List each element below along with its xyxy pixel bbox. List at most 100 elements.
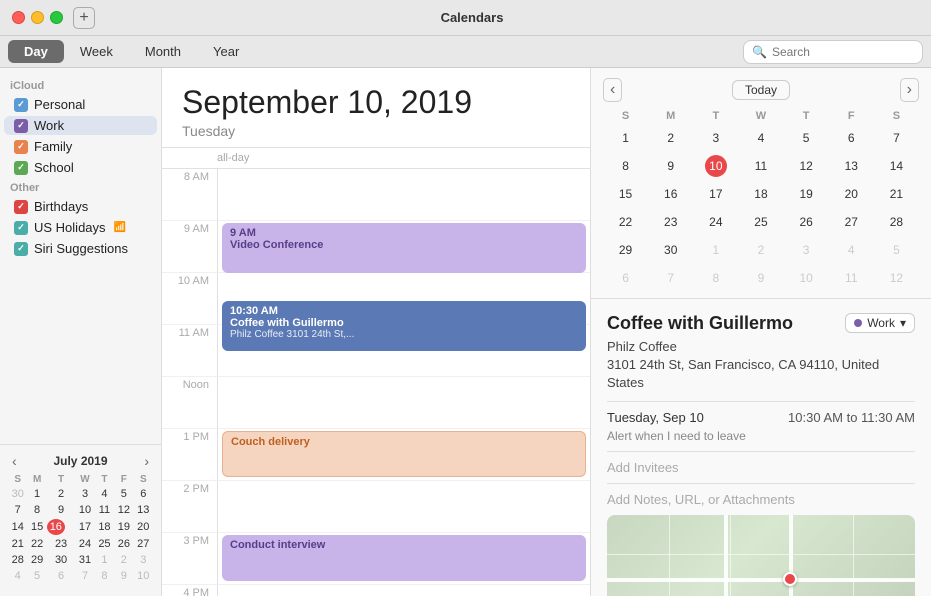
time-area[interactable]: 9 AMVideo Conference (217, 221, 590, 272)
add-invitees[interactable]: Add Invitees (607, 460, 915, 475)
big-cal-day[interactable]: 29 (603, 236, 648, 264)
time-area[interactable]: 10:30 AMCoffee with GuillermoPhilz Coffe… (217, 273, 590, 324)
big-cal-day[interactable]: 15 (603, 180, 648, 208)
sidebar-item-personal[interactable]: ✓ Personal (4, 95, 157, 114)
sidebar-item-school[interactable]: ✓ School (4, 158, 157, 177)
mini-cal-day[interactable]: 26 (114, 536, 133, 552)
mini-cal-day[interactable]: 1 (27, 486, 46, 502)
big-cal-day[interactable]: 12 (874, 264, 919, 292)
personal-checkbox[interactable]: ✓ (14, 98, 28, 112)
big-cal-day[interactable]: 1 (603, 124, 648, 152)
mini-cal-day[interactable]: 1 (95, 552, 114, 568)
big-cal-day[interactable]: 2 (738, 236, 783, 264)
big-cal-day[interactable]: 6 (603, 264, 648, 292)
big-cal-day[interactable]: 5 (874, 236, 919, 264)
sidebar-item-siri-suggestions[interactable]: ✓ Siri Suggestions (4, 239, 157, 258)
mini-cal-day[interactable]: 24 (75, 536, 94, 552)
time-area[interactable]: Couch delivery (217, 429, 590, 480)
big-cal-day[interactable]: 19 (784, 180, 829, 208)
mini-cal-day[interactable]: 8 (95, 568, 114, 584)
mini-cal-day[interactable]: 19 (114, 518, 133, 536)
big-cal-day[interactable]: 20 (829, 180, 874, 208)
big-cal-prev-button[interactable]: ‹ (603, 78, 622, 102)
time-area[interactable] (217, 377, 590, 428)
mini-cal-day[interactable]: 5 (27, 568, 46, 584)
sidebar-item-birthdays[interactable]: ✓ Birthdays (4, 197, 157, 216)
big-cal-day[interactable]: 10 (693, 152, 738, 180)
big-cal-day[interactable]: 14 (874, 152, 919, 180)
big-cal-day[interactable]: 11 (738, 152, 783, 180)
mini-cal-day[interactable]: 5 (114, 486, 133, 502)
birthdays-checkbox[interactable]: ✓ (14, 200, 28, 214)
big-cal-day[interactable]: 8 (693, 264, 738, 292)
mini-cal-day[interactable]: 10 (134, 568, 153, 584)
mini-cal-day[interactable]: 4 (95, 486, 114, 502)
mini-cal-day[interactable]: 8 (27, 502, 46, 518)
tab-year[interactable]: Year (197, 40, 255, 63)
time-area[interactable] (217, 169, 590, 220)
mini-cal-day[interactable]: 3 (134, 552, 153, 568)
big-cal-day[interactable]: 17 (693, 180, 738, 208)
big-cal-day[interactable]: 26 (784, 208, 829, 236)
mini-cal-day[interactable]: 13 (134, 502, 153, 518)
search-box[interactable]: 🔍 (743, 40, 923, 64)
big-cal-day[interactable]: 3 (784, 236, 829, 264)
mini-cal-day[interactable]: 20 (134, 518, 153, 536)
big-cal-day[interactable]: 1 (693, 236, 738, 264)
time-grid[interactable]: 8 AM9 AM9 AMVideo Conference10 AM10:30 A… (162, 169, 590, 596)
sidebar-item-work[interactable]: ✓ Work (4, 116, 157, 135)
us-holidays-checkbox[interactable]: ✓ (14, 221, 28, 235)
mini-cal-day[interactable]: 10 (75, 502, 94, 518)
mini-cal-day[interactable]: 9 (47, 502, 76, 518)
time-area[interactable]: Conduct interview (217, 533, 590, 584)
big-cal-day[interactable]: 7 (648, 264, 693, 292)
big-cal-today-button[interactable]: Today (732, 80, 790, 100)
tab-day[interactable]: Day (8, 40, 64, 63)
big-cal-day[interactable]: 9 (738, 264, 783, 292)
search-input[interactable] (772, 45, 914, 59)
big-cal-day[interactable]: 27 (829, 208, 874, 236)
mini-cal-day[interactable]: 17 (75, 518, 94, 536)
mini-cal-day[interactable]: 14 (8, 518, 27, 536)
event-calendar-badge[interactable]: Work ▾ (845, 313, 915, 333)
big-cal-day[interactable]: 13 (829, 152, 874, 180)
mini-cal-day[interactable]: 2 (47, 486, 76, 502)
mini-cal-day[interactable]: 22 (27, 536, 46, 552)
mini-cal-day[interactable]: 31 (75, 552, 94, 568)
time-area[interactable] (217, 481, 590, 532)
mini-cal-day[interactable]: 6 (47, 568, 76, 584)
time-area[interactable] (217, 325, 590, 376)
big-cal-day[interactable]: 4 (738, 124, 783, 152)
big-cal-day[interactable]: 8 (603, 152, 648, 180)
mini-cal-day[interactable]: 11 (95, 502, 114, 518)
big-cal-day[interactable]: 5 (784, 124, 829, 152)
calendar-event[interactable]: 9 AMVideo Conference (222, 223, 586, 273)
mini-cal-day[interactable]: 29 (27, 552, 46, 568)
school-checkbox[interactable]: ✓ (14, 161, 28, 175)
mini-cal-day[interactable]: 30 (47, 552, 76, 568)
mini-cal-day[interactable]: 7 (8, 502, 27, 518)
mini-cal-day[interactable]: 28 (8, 552, 27, 568)
mini-cal-day[interactable]: 23 (47, 536, 76, 552)
mini-cal-day[interactable]: 27 (134, 536, 153, 552)
mini-cal-day[interactable]: 25 (95, 536, 114, 552)
big-cal-day[interactable]: 12 (784, 152, 829, 180)
mini-cal-day[interactable]: 3 (75, 486, 94, 502)
calendar-event[interactable]: Couch delivery (222, 431, 586, 477)
siri-checkbox[interactable]: ✓ (14, 242, 28, 256)
mini-cal-day[interactable]: 16 (47, 519, 65, 535)
mini-cal-day[interactable]: 18 (95, 518, 114, 536)
big-cal-day[interactable]: 22 (603, 208, 648, 236)
big-cal-day[interactable]: 18 (738, 180, 783, 208)
big-cal-day[interactable]: 4 (829, 236, 874, 264)
family-checkbox[interactable]: ✓ (14, 140, 28, 154)
big-cal-day[interactable]: 10 (784, 264, 829, 292)
map-container[interactable] (607, 515, 915, 596)
mini-cal-day[interactable]: 15 (27, 518, 46, 536)
calendar-event[interactable]: Conduct interview (222, 535, 586, 581)
mini-cal-day[interactable]: 21 (8, 536, 27, 552)
mini-cal-day[interactable]: 12 (114, 502, 133, 518)
sidebar-item-us-holidays[interactable]: ✓ US Holidays 📶 (4, 218, 157, 237)
big-cal-next-button[interactable]: › (900, 78, 919, 102)
mini-cal-prev-button[interactable]: ‹ (8, 453, 21, 469)
